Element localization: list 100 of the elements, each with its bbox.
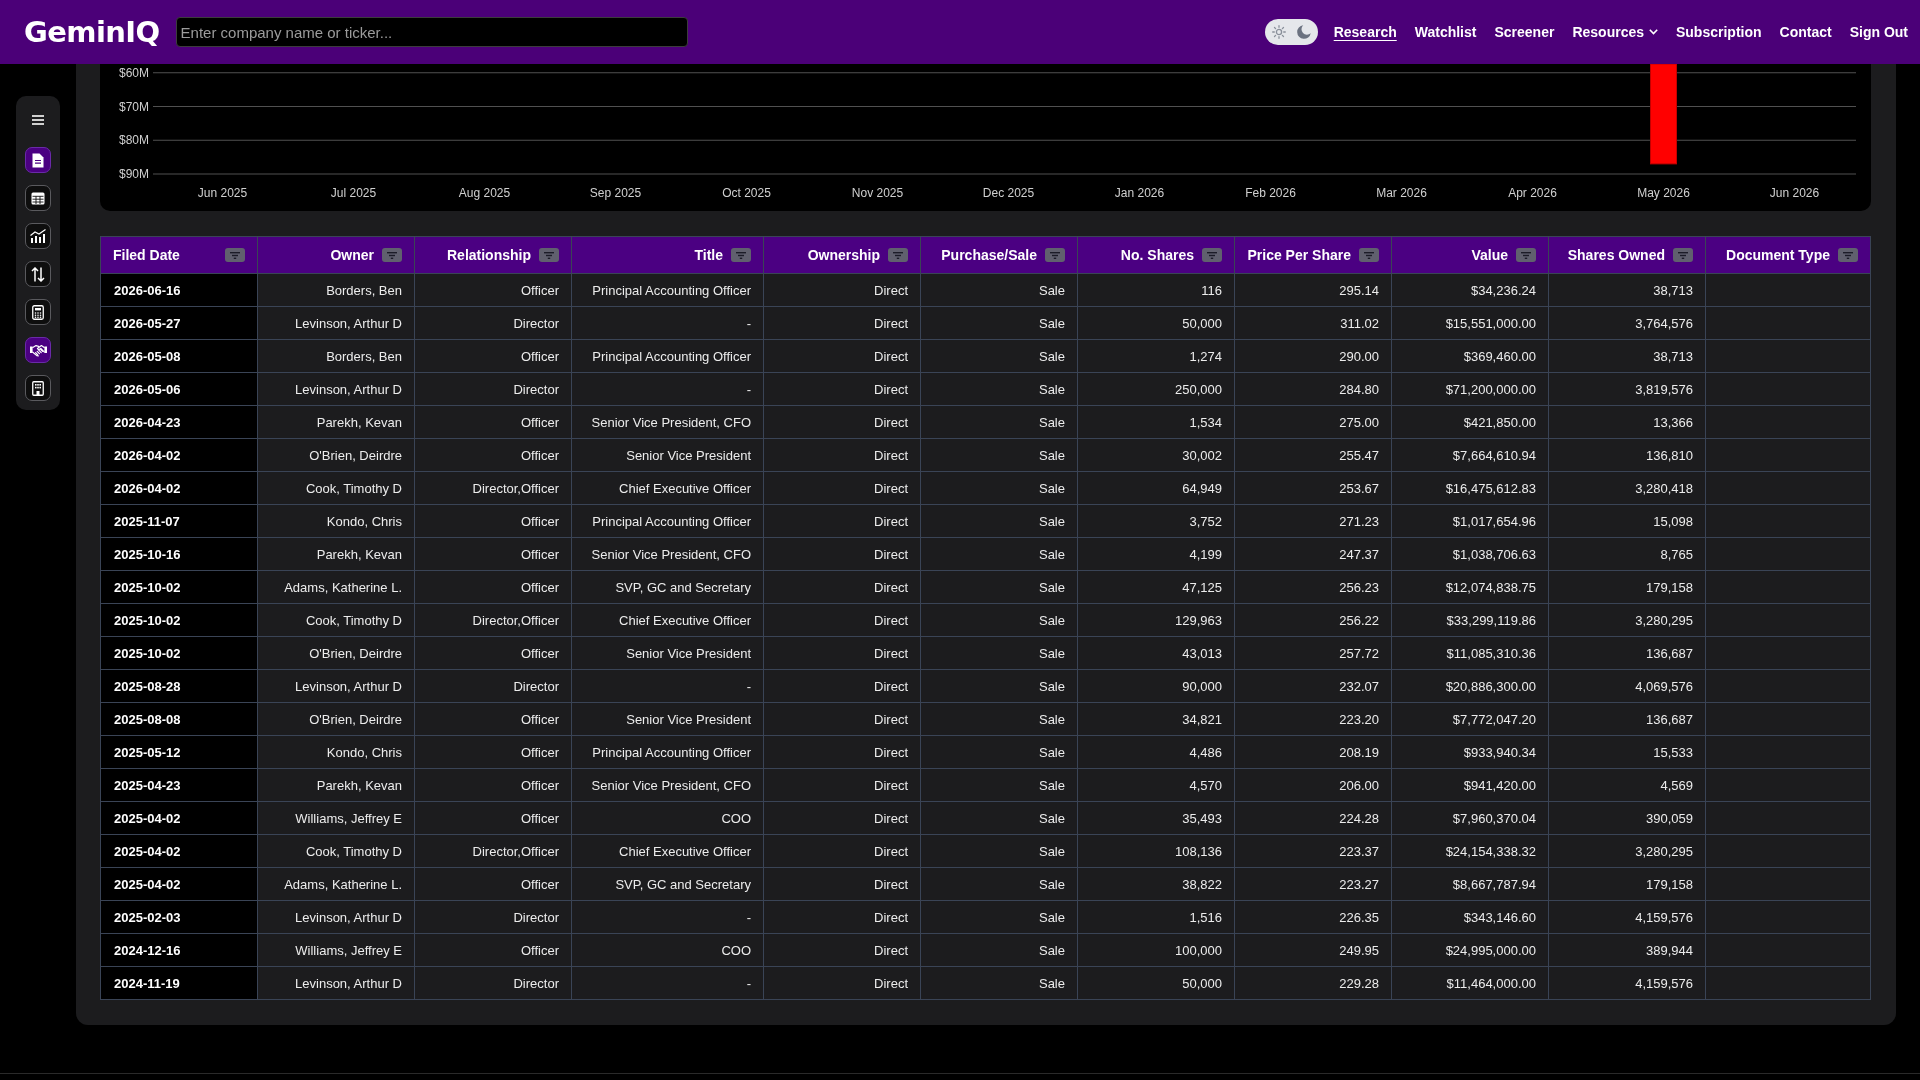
table-cell: $11,085,310.36 xyxy=(1391,636,1549,670)
sidebar-button[interactable] xyxy=(25,337,51,363)
table-cell: 13,366 xyxy=(1548,405,1706,439)
table-cell: 2024-12-16 xyxy=(100,933,258,967)
filter-button[interactable] xyxy=(731,248,751,262)
x-axis-label: Jun 2026 xyxy=(1769,186,1820,200)
x-axis-label: Nov 2025 xyxy=(851,186,904,200)
table-cell: 100,000 xyxy=(1077,933,1235,967)
table-cell: Direct xyxy=(763,438,921,472)
table-cell: 256.22 xyxy=(1234,603,1392,637)
table-cell: Direct xyxy=(763,603,921,637)
table-cell: 38,713 xyxy=(1548,339,1706,373)
x-axis-label: Jan 2026 xyxy=(1114,186,1165,200)
filter-icon xyxy=(1678,251,1688,259)
table-cell: Cook, Timothy D xyxy=(257,603,415,637)
filter-button[interactable] xyxy=(1838,248,1858,262)
table-cell: Sale xyxy=(920,306,1078,340)
table-cell: SVP, GC and Secretary xyxy=(571,570,764,604)
table-cell: 2025-05-12 xyxy=(100,735,258,769)
nav-link[interactable]: Screener xyxy=(1494,24,1555,40)
table-cell: Direct xyxy=(763,966,921,1000)
column-header: Shares Owned xyxy=(1567,247,1665,263)
table-cell: 4,159,576 xyxy=(1548,900,1706,934)
table-cell: Officer xyxy=(414,768,572,802)
search-field[interactable]: Enter company name or ticker... xyxy=(175,17,688,47)
filter-button[interactable] xyxy=(1673,248,1693,262)
sidebar-button[interactable] xyxy=(25,185,51,211)
table-cell: 15,098 xyxy=(1548,504,1706,538)
y-axis-label: $80M xyxy=(118,133,149,148)
table-cell: O'Brien, Deirdre xyxy=(257,636,415,670)
column-header: Owner xyxy=(330,247,374,263)
filter-button[interactable] xyxy=(888,248,908,262)
nav-link[interactable]: Sign Out xyxy=(1849,24,1908,40)
table-cell: Officer xyxy=(414,273,572,307)
filter-button[interactable] xyxy=(382,248,402,262)
table-cell: Sale xyxy=(920,504,1078,538)
table-cell: Senior Vice President xyxy=(571,702,764,736)
sidebar-button[interactable] xyxy=(25,375,51,401)
table-cell: Direct xyxy=(763,636,921,670)
table-cell: 2025-08-08 xyxy=(100,702,258,736)
table-cell: Levinson, Arthur D xyxy=(257,372,415,406)
table-cell: Parekh, Kevan xyxy=(257,768,415,802)
table-cell: Kondo, Chris xyxy=(257,735,415,769)
table-cell: Sale xyxy=(920,438,1078,472)
bar-chart-icon xyxy=(30,229,46,243)
table-cell: COO xyxy=(571,933,764,967)
theme-toggle[interactable] xyxy=(1264,19,1318,45)
filter-icon xyxy=(1364,251,1374,259)
menu-button[interactable] xyxy=(32,115,44,125)
filter-icon xyxy=(544,251,554,259)
table-cell: Borders, Ben xyxy=(257,273,415,307)
x-axis-label: Jun 2025 xyxy=(197,186,248,200)
table-cell: Sale xyxy=(920,603,1078,637)
filter-icon xyxy=(1207,251,1217,259)
table-cell: Sale xyxy=(920,636,1078,670)
filter-button[interactable] xyxy=(539,248,559,262)
table-cell: 255.47 xyxy=(1234,438,1392,472)
table-cell: Parekh, Kevan xyxy=(257,405,415,439)
table-cell: 4,569 xyxy=(1548,768,1706,802)
nav-link[interactable]: Subscription xyxy=(1676,24,1762,40)
sidebar-button[interactable] xyxy=(25,261,51,287)
chevron-down-icon xyxy=(1649,29,1658,35)
table-cell: Direct xyxy=(763,339,921,373)
table-cell: Director xyxy=(414,669,572,703)
x-axis-label: Mar 2026 xyxy=(1376,186,1427,200)
table-cell: 2025-10-02 xyxy=(100,603,258,637)
filter-icon xyxy=(1843,251,1853,259)
nav-link[interactable]: Contact xyxy=(1779,24,1832,40)
table-cell: O'Brien, Deirdre xyxy=(257,702,415,736)
table-cell: Sale xyxy=(920,801,1078,835)
table-cell: Sale xyxy=(920,834,1078,868)
table-cell: 2025-04-02 xyxy=(100,834,258,868)
table-cell: 249.95 xyxy=(1234,933,1392,967)
table-cell: 2026-05-27 xyxy=(100,306,258,340)
sidebar-button[interactable] xyxy=(25,299,51,325)
table-cell: 2026-05-08 xyxy=(100,339,258,373)
nav-link[interactable]: Watchlist xyxy=(1414,24,1477,40)
table-cell: 50,000 xyxy=(1077,966,1235,1000)
table-cell: $7,960,370.04 xyxy=(1391,801,1549,835)
filter-button[interactable] xyxy=(1359,248,1379,262)
logo[interactable]: GeminIQ xyxy=(24,15,160,49)
filter-icon xyxy=(230,251,240,259)
table-cell: $941,420.00 xyxy=(1391,768,1549,802)
table-cell: 206.00 xyxy=(1234,768,1392,802)
building-icon xyxy=(32,380,44,396)
sidebar-button[interactable] xyxy=(25,147,51,173)
table-cell: Direct xyxy=(763,834,921,868)
filter-button[interactable] xyxy=(1516,248,1536,262)
filter-button[interactable] xyxy=(1202,248,1222,262)
nav-link[interactable]: Resources xyxy=(1572,24,1658,40)
sidebar-button[interactable] xyxy=(25,223,51,249)
table-cell: 35,493 xyxy=(1077,801,1235,835)
table-cell: 34,821 xyxy=(1077,702,1235,736)
filter-button[interactable] xyxy=(1045,248,1065,262)
nav-link[interactable]: Research xyxy=(1333,24,1397,40)
table-cell: Sale xyxy=(920,867,1078,901)
table-cell: 2025-02-03 xyxy=(100,900,258,934)
table-cell: Chief Executive Officer xyxy=(571,834,764,868)
table-cell: 3,280,295 xyxy=(1548,603,1706,637)
filter-button[interactable] xyxy=(225,248,245,262)
